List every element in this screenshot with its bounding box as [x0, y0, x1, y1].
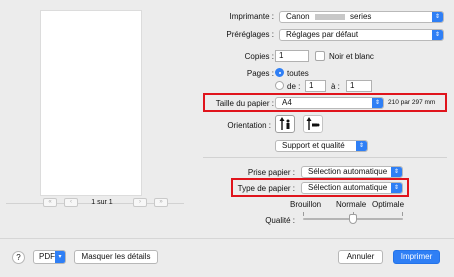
black-and-white-label: Noir et blanc — [329, 52, 374, 61]
quality-slider-thumb[interactable] — [349, 214, 357, 224]
pages-to-field[interactable]: 1 — [346, 80, 372, 92]
orientation-label: Orientation : — [227, 121, 271, 130]
printer-label: Imprimante : — [229, 12, 274, 21]
chevron-down-icon: ▾ — [55, 251, 65, 263]
media-type-popup[interactable]: Sélection automatique ⇕ — [301, 182, 403, 194]
popup-arrow-icon: ⇕ — [391, 183, 402, 193]
paper-source-popup[interactable]: Sélection automatique ⇕ — [301, 166, 403, 178]
popup-arrow-icon: ⇕ — [432, 30, 443, 40]
presets-value: Réglages par défaut — [286, 30, 359, 39]
portrait-orientation-icon — [279, 117, 290, 130]
pages-from-field[interactable]: 1 — [305, 80, 326, 92]
pages-to-label: à : — [331, 82, 340, 91]
next-page-button[interactable]: › — [133, 198, 147, 207]
section-popup[interactable]: Support et qualité ⇕ — [275, 140, 368, 152]
pages-from-label: de : — [287, 82, 301, 91]
quality-label: Qualité : — [265, 216, 295, 225]
quality-normal-label: Normale — [336, 200, 367, 209]
pages-label: Pages : — [246, 69, 274, 78]
popup-arrow-icon: ⇕ — [432, 12, 443, 22]
hide-details-button[interactable]: Masquer les détails — [74, 250, 158, 264]
quality-best-label: Optimale — [372, 200, 405, 209]
quality-slider[interactable] — [303, 210, 403, 224]
presets-popup[interactable]: Réglages par défaut ⇕ — [279, 29, 444, 41]
quality-tick — [402, 212, 403, 216]
printer-model-redacted — [314, 13, 345, 20]
printer-name-prefix: Canon — [286, 12, 310, 21]
landscape-orientation-button[interactable] — [303, 115, 323, 133]
paper-source-value: Sélection automatique — [308, 167, 388, 176]
media-type-label: Type de papier : — [237, 184, 295, 193]
paper-size-label: Taille du papier : — [215, 99, 274, 108]
popup-arrow-icon: ⇕ — [372, 98, 383, 108]
copies-field[interactable]: 1 — [275, 50, 309, 62]
quality-tick — [303, 212, 304, 216]
paper-size-dimensions: 210 par 297 mm — [388, 99, 436, 106]
pages-all-label: toutes — [287, 69, 309, 78]
last-page-button[interactable]: » — [154, 198, 168, 207]
page-counter: 1 sur 1 — [91, 199, 113, 206]
help-button[interactable]: ? — [12, 251, 25, 264]
paper-source-label: Prise papier : — [247, 168, 295, 177]
page-preview — [40, 10, 142, 196]
black-and-white-checkbox[interactable] — [315, 51, 325, 61]
media-type-value: Sélection automatique — [308, 183, 388, 192]
printer-name-suffix: series — [350, 12, 372, 21]
quality-draft-label: Brouillon — [290, 200, 322, 209]
pages-all-radio[interactable] — [275, 68, 284, 77]
portrait-orientation-button[interactable] — [275, 115, 295, 133]
printer-popup[interactable]: Canon series ⇕ — [279, 11, 444, 23]
footer-divider — [0, 238, 454, 239]
pages-range-radio[interactable] — [275, 81, 284, 90]
cancel-button[interactable]: Annuler — [338, 250, 383, 264]
section-divider — [203, 157, 447, 158]
prev-page-button[interactable]: ‹ — [64, 198, 78, 207]
print-button[interactable]: Imprimer — [393, 250, 440, 264]
landscape-orientation-icon — [306, 117, 320, 130]
paper-size-value: A4 — [282, 98, 292, 107]
first-page-button[interactable]: « — [43, 198, 57, 207]
paper-size-popup[interactable]: A4 ⇕ — [275, 97, 384, 109]
pdf-menu-button[interactable]: PDF ▾ — [33, 250, 66, 264]
pdf-label: PDF — [39, 252, 55, 261]
section-value: Support et qualité — [282, 141, 345, 150]
presets-label: Préréglages : — [226, 30, 274, 39]
popup-arrow-icon: ⇕ — [391, 167, 402, 177]
popup-arrow-icon: ⇕ — [356, 141, 367, 151]
copies-label: Copies : — [244, 52, 274, 61]
